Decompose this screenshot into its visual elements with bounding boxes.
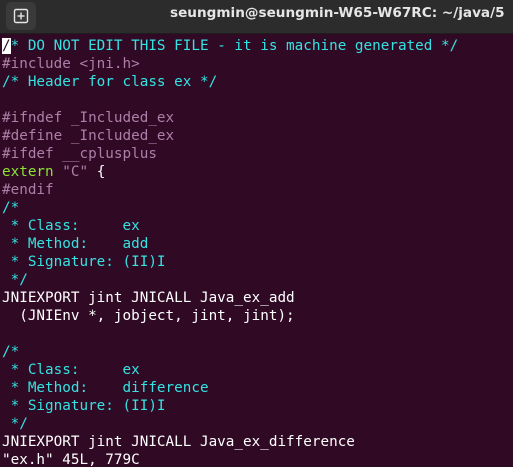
code-line: /* DO NOT EDIT THIS FILE - it is machine… — [2, 37, 458, 55]
comment-text: * DO NOT EDIT THIS FILE - it is machine … — [10, 38, 459, 54]
code-text: JNIEXPORT jint JNICALL Java_ex_add — [2, 290, 295, 306]
include-path: <jni.h> — [79, 56, 140, 72]
comment-text: */ — [2, 272, 28, 288]
code-line: /* — [2, 199, 19, 217]
file-status: "ex.h" 45L, 779C — [2, 452, 140, 467]
code-line: #ifdef __cplusplus — [2, 145, 157, 163]
code-text: JNIEXPORT jint JNICALL Java_ex_differenc… — [2, 434, 355, 450]
code-line: * Class: ex — [2, 217, 140, 235]
code-line: JNIEXPORT jint JNICALL Java_ex_differenc… — [2, 433, 355, 451]
window-title: seungmin@seungmin-W65-W67RC: ~/java/5 — [170, 5, 505, 21]
status-line: "ex.h" 45L, 779C — [2, 451, 140, 467]
code-line: #define _Included_ex — [2, 127, 174, 145]
preprocessor-directive: #ifdef __cplusplus — [2, 146, 157, 162]
code-line: * Signature: (II)I — [2, 397, 166, 415]
preprocessor-directive: #endif — [2, 182, 54, 198]
code-line: #endif — [2, 181, 54, 199]
comment-text: * Signature: (II)I — [2, 398, 166, 414]
comment-text: */ — [2, 416, 28, 432]
code-line: JNIEXPORT jint JNICALL Java_ex_add — [2, 289, 295, 307]
code-line: #ifndef _Included_ex — [2, 109, 174, 127]
code-line: */ — [2, 271, 28, 289]
comment-text: /* — [2, 200, 20, 216]
string-literal: "C" — [62, 164, 89, 180]
code-line: * Class: ex — [2, 361, 140, 379]
code-line: /* — [2, 343, 19, 361]
extern-keyword: extern — [2, 164, 63, 180]
comment-text: /* — [2, 344, 20, 360]
code-line: /* Header for class ex */ — [2, 73, 217, 91]
preprocessor-directive: #include — [2, 56, 80, 72]
code-text: (JNIEnv *, jobject, jint, jint); — [2, 308, 295, 324]
comment-text: * Method: difference — [2, 380, 209, 396]
text-cursor: / — [2, 38, 11, 54]
code-line: * Signature: (II)I — [2, 253, 166, 271]
comment-text: * Method: add — [2, 236, 149, 252]
terminal-editor[interactable]: /* DO NOT EDIT THIS FILE - it is machine… — [0, 34, 513, 467]
brace: { — [88, 164, 106, 180]
comment-text: * Class: ex — [2, 362, 140, 378]
preprocessor-directive: #define _Included_ex — [2, 128, 175, 144]
new-tab-button[interactable] — [6, 2, 36, 30]
code-line: * Method: difference — [2, 379, 209, 397]
code-line: * Method: add — [2, 235, 149, 253]
new-tab-icon — [13, 8, 29, 24]
title-bar: seungmin@seungmin-W65-W67RC: ~/java/5 — [0, 0, 513, 34]
comment-text: * Class: ex — [2, 218, 140, 234]
code-line: #include <jni.h> — [2, 55, 140, 73]
preprocessor-directive: #ifndef _Included_ex — [2, 110, 175, 126]
code-line: extern "C" { — [2, 163, 105, 181]
comment-text: /* Header for class ex */ — [2, 74, 218, 90]
code-line: (JNIEnv *, jobject, jint, jint); — [2, 307, 295, 325]
code-line: */ — [2, 415, 28, 433]
comment-text: * Signature: (II)I — [2, 254, 166, 270]
